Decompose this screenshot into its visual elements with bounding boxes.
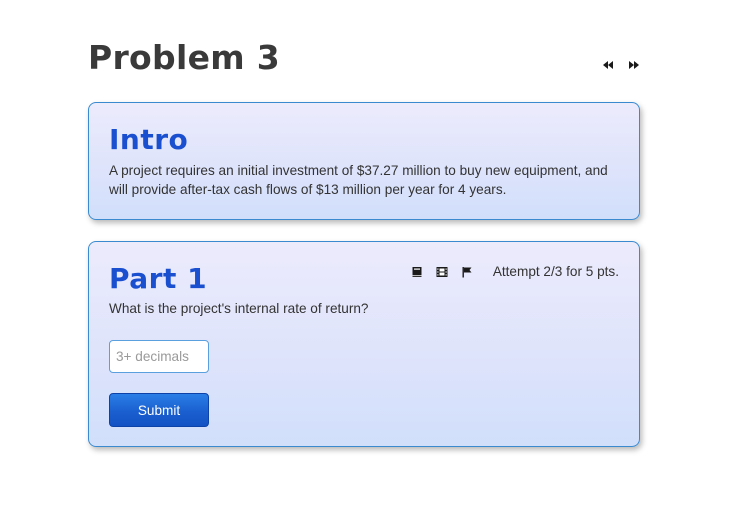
submit-button[interactable]: Submit — [109, 393, 209, 427]
book-icon[interactable] — [411, 266, 423, 278]
intro-heading: Intro — [109, 123, 189, 156]
question-text: What is the project's internal rate of r… — [109, 301, 369, 316]
attempt-status: Attempt 2/3 for 5 pts. — [492, 264, 619, 279]
answer-input[interactable] — [109, 340, 209, 373]
problem-navigation — [602, 59, 640, 71]
part-tools: Attempt 2/3 for 5 pts. — [411, 264, 619, 279]
intro-card: Intro A project requires an initial inve… — [88, 102, 640, 220]
fast-forward-icon[interactable] — [628, 59, 640, 71]
part-1-card: Part 1 Attempt 2/3 for 5 pts. What is th… — [88, 241, 640, 447]
intro-text: A project requires an initial investment… — [109, 163, 608, 197]
page-title: Problem 3 — [88, 38, 280, 77]
part-1-heading: Part 1 — [109, 262, 208, 295]
flag-icon[interactable] — [461, 266, 473, 278]
film-icon[interactable] — [436, 266, 448, 278]
rewind-icon[interactable] — [602, 59, 614, 71]
